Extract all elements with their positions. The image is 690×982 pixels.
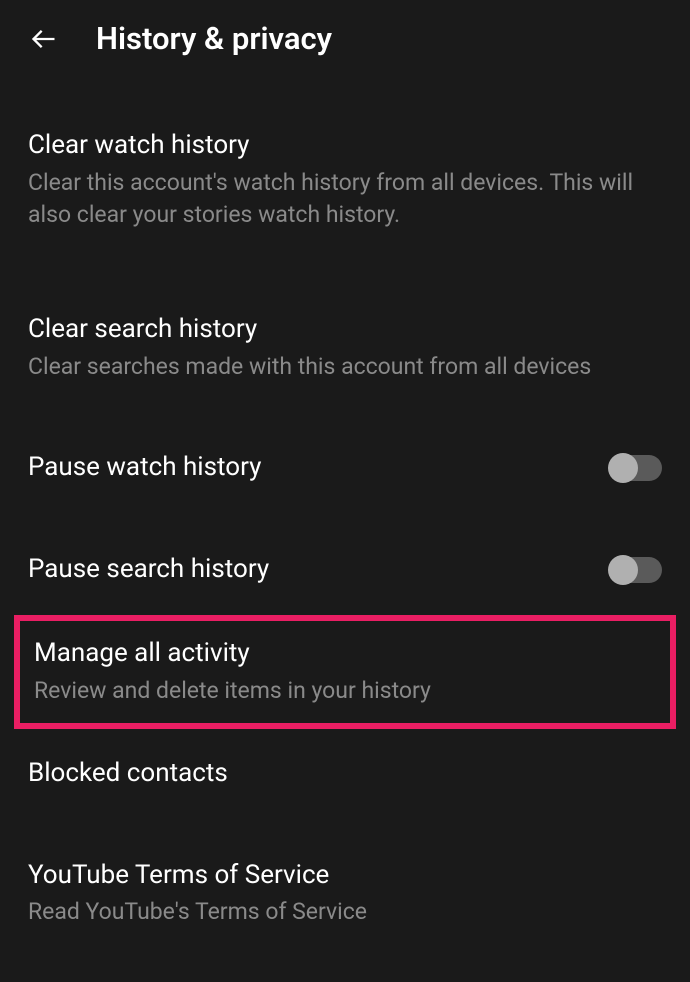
spacer xyxy=(0,507,690,531)
clear-search-history-item[interactable]: Clear search history Clear searches made… xyxy=(0,291,690,405)
setting-title: Pause watch history xyxy=(28,451,590,485)
setting-description: Review and delete items in your history xyxy=(34,675,656,707)
toggle-knob xyxy=(608,555,638,585)
setting-title: Pause search history xyxy=(28,553,590,587)
manage-all-activity-item[interactable]: Manage all activity Review and delete it… xyxy=(14,615,676,729)
setting-text: Blocked contacts xyxy=(28,757,662,791)
toggle-knob xyxy=(608,453,638,483)
setting-text: Clear search history Clear searches made… xyxy=(28,313,662,383)
setting-text: YouTube Terms of Service Read YouTube's … xyxy=(28,859,662,929)
setting-description: Clear searches made with this account fr… xyxy=(28,351,662,383)
setting-title: Manage all activity xyxy=(34,637,656,671)
pause-watch-history-item[interactable]: Pause watch history xyxy=(0,429,690,507)
pause-search-history-item[interactable]: Pause search history xyxy=(0,531,690,609)
setting-text: Pause watch history xyxy=(28,451,590,485)
setting-text: Pause search history xyxy=(28,553,590,587)
header: History & privacy xyxy=(0,0,690,77)
setting-text: Manage all activity Review and delete it… xyxy=(34,637,656,707)
setting-title: YouTube Terms of Service xyxy=(28,859,662,893)
blocked-contacts-item[interactable]: Blocked contacts xyxy=(0,735,690,813)
spacer xyxy=(0,253,690,291)
settings-list: Clear watch history Clear this account's… xyxy=(0,77,690,951)
setting-title: Clear watch history xyxy=(28,129,662,163)
page-title: History & privacy xyxy=(96,20,332,57)
setting-text: Clear watch history Clear this account's… xyxy=(28,129,662,231)
youtube-terms-item[interactable]: YouTube Terms of Service Read YouTube's … xyxy=(0,837,690,951)
arrow-left-icon xyxy=(30,25,58,53)
pause-search-history-toggle[interactable] xyxy=(610,557,662,583)
setting-description: Clear this account's watch history from … xyxy=(28,167,662,231)
clear-watch-history-item[interactable]: Clear watch history Clear this account's… xyxy=(0,107,690,253)
setting-description: Read YouTube's Terms of Service xyxy=(28,896,662,928)
spacer xyxy=(0,405,690,429)
setting-title: Clear search history xyxy=(28,313,662,347)
back-button[interactable] xyxy=(28,23,60,55)
pause-watch-history-toggle[interactable] xyxy=(610,455,662,481)
spacer xyxy=(0,813,690,837)
setting-title: Blocked contacts xyxy=(28,757,662,791)
